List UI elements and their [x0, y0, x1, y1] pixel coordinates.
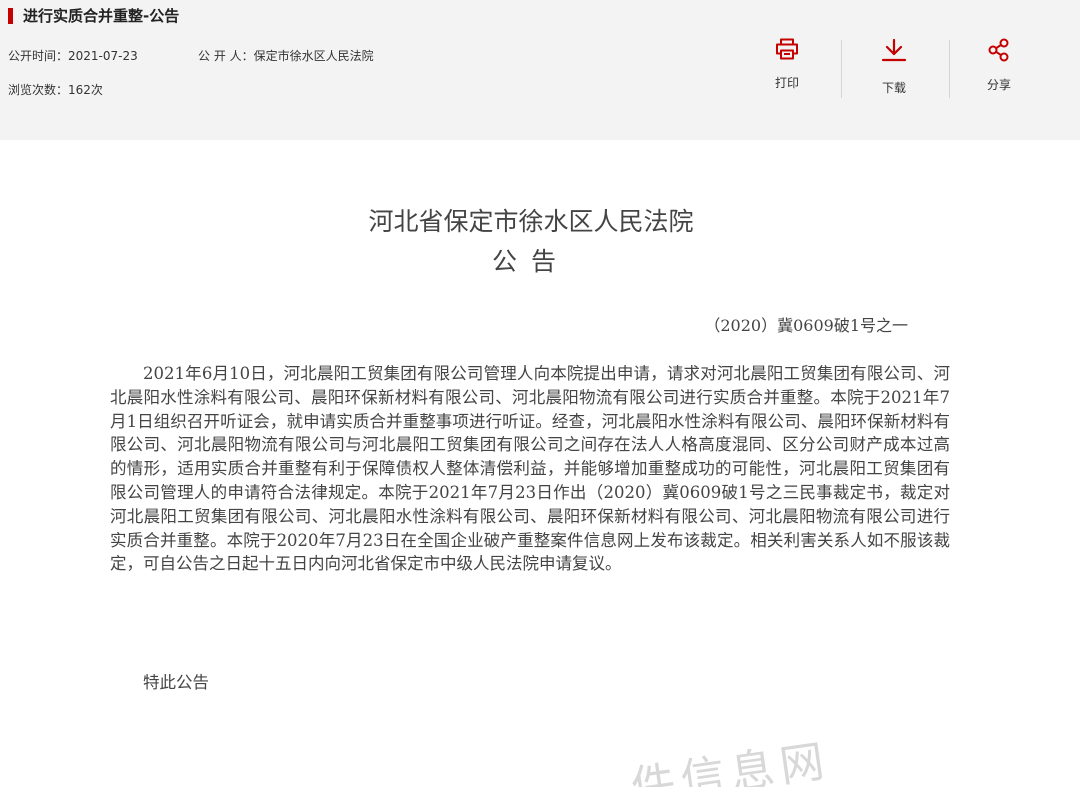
document-type: 公告: [491, 247, 570, 276]
view-count: 浏览次数：162次: [8, 83, 103, 97]
print-label: 打印: [774, 76, 799, 90]
download-button[interactable]: 下载: [844, 38, 944, 96]
document-content: 河北省保定市徐水区人民法院 公告 （2020）冀0609破1号之一 2021年6…: [0, 140, 1080, 787]
watermark: 件信息网: [628, 735, 834, 787]
share-label: 分享: [986, 78, 1011, 92]
page-title: 进行实质合并重整-公告: [23, 7, 180, 25]
title-accent-bar: [8, 7, 13, 24]
printer-icon: [776, 38, 798, 60]
title-row: 进行实质合并重整-公告: [8, 5, 179, 26]
publish-date: 公开时间：2021-07-23: [8, 49, 138, 63]
download-label: 下载: [881, 81, 906, 95]
share-button[interactable]: 分享: [949, 38, 1049, 93]
announcement-closing: 特此公告: [143, 673, 209, 692]
announcement-body: 2021年6月10日，河北晨阳工贸集团有限公司管理人向本院提出申请，请求对河北晨…: [110, 364, 950, 574]
share-icon: [988, 38, 1009, 62]
print-button[interactable]: 打印: [737, 38, 837, 91]
page-header: 进行实质合并重整-公告 公开时间：2021-07-23 公 开 人：保定市徐水区…: [0, 0, 1080, 140]
download-icon: [881, 38, 907, 62]
court-name: 河北省保定市徐水区人民法院: [368, 207, 694, 236]
action-divider: [949, 40, 950, 98]
action-bar: 打印 下载 分享: [737, 38, 1049, 100]
action-divider: [841, 40, 842, 98]
case-number: （2020）冀0609破1号之一: [704, 316, 908, 335]
publisher: 公 开 人：保定市徐水区人民法院: [198, 49, 374, 63]
